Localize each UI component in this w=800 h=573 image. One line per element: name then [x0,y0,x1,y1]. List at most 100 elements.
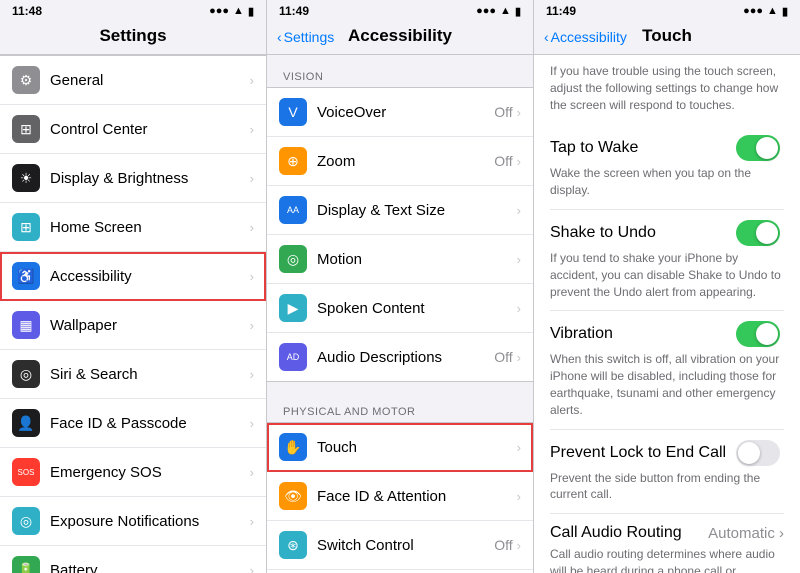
acc-label-audiodesc: Audio Descriptions [317,349,494,366]
signal-icon-2: ●●● [476,5,496,17]
settings-item-siri[interactable]: ◎Siri & Search› [0,350,266,399]
acc-chevron-motion: › [517,252,521,267]
toggle-vibration[interactable] [736,321,780,347]
nav-title-2: Accessibility [348,26,452,45]
touch-value-call-audio: Automatic › [708,525,784,542]
section-header-physical-and-motor: PHYSICAL AND MOTOR [267,390,533,422]
acc-chevron-audiodesc: › [517,350,521,365]
chevron-general: › [250,73,254,88]
acc-chevron-spoken: › [517,301,521,316]
status-icons-1: ●●● ▲ ▮ [209,5,254,18]
acc-item-motion[interactable]: ◎Motion› [267,235,533,284]
touch-setting-tap-to-wake[interactable]: Tap to Wake Wake the screen when you tap … [550,125,784,210]
acc-label-spoken: Spoken Content [317,300,517,317]
toggle-shake-to-undo[interactable] [736,220,780,246]
signal-icon-3: ●●● [743,5,763,17]
acc-value-switchcontrol: Off [494,537,512,553]
settings-list[interactable]: ⚙General›⊞Control Center›☀Display & Brig… [0,55,266,573]
touch-setting-name-call-audio: Call Audio Routing [550,524,682,542]
settings-group-main: ⚙General›⊞Control Center›☀Display & Brig… [0,55,266,573]
settings-item-general[interactable]: ⚙General› [0,56,266,105]
chevron-battery: › [250,563,254,573]
touch-setting-prevent-lock[interactable]: Prevent Lock to End CallPrevent the side… [550,430,784,515]
settings-item-display[interactable]: ☀Display & Brightness› [0,154,266,203]
settings-item-accessibility[interactable]: ♿Accessibility› [0,252,266,301]
toggle-knob-shake-to-undo [756,222,778,244]
touch-setting-vibration[interactable]: VibrationWhen this switch is off, all vi… [550,311,784,429]
acc-item-touch[interactable]: ✋Touch› [267,423,533,472]
wifi-icon: ▲ [233,5,244,17]
touch-setting-name-shake-to-undo: Shake to Undo [550,224,656,242]
accessibility-list[interactable]: VISIONVVoiceOverOff›⊕ZoomOff›AADisplay &… [267,55,533,573]
touch-setting-name-tap-to-wake: Tap to Wake [550,139,638,157]
chevron-display: › [250,171,254,186]
acc-chevron-attention: › [517,489,521,504]
chevron-accessibility: › [250,269,254,284]
status-icons-2: ●●● ▲ ▮ [476,5,521,18]
acc-label-touch: Touch [317,439,517,456]
item-label-general: General [50,72,250,89]
settings-item-faceid[interactable]: 👤Face ID & Passcode› [0,399,266,448]
settings-item-battery[interactable]: 🔋Battery› [0,546,266,573]
item-label-wallpaper: Wallpaper [50,317,250,334]
nav-title-1: Settings [99,26,166,45]
back-button-3[interactable]: ‹ Accessibility [544,29,627,45]
toggle-tap-to-wake[interactable] [736,135,780,161]
settings-panel: 11:48 ●●● ▲ ▮ Settings ⚙General›⊞Control… [0,0,267,573]
acc-item-attention[interactable]: 👁Face ID & Attention› [267,472,533,521]
chevron-faceid: › [250,416,254,431]
item-label-faceid: Face ID & Passcode [50,415,250,432]
acc-chevron-switchcontrol: › [517,538,521,553]
toggle-knob-prevent-lock [738,442,760,464]
back-label-2: Settings [284,29,335,45]
settings-item-wallpaper[interactable]: ▦Wallpaper› [0,301,266,350]
wifi-icon-3: ▲ [767,5,778,17]
touch-desc-tap-to-wake: Wake the screen when you tap on the disp… [550,165,784,199]
acc-item-audiodesc[interactable]: ADAudio DescriptionsOff› [267,333,533,381]
item-label-display: Display & Brightness [50,170,250,187]
acc-chevron-zoom: › [517,154,521,169]
acc-value-voiceover: Off [494,104,512,120]
chevron-siri: › [250,367,254,382]
touch-content: If you have trouble using the touch scre… [534,55,800,573]
acc-item-textsize[interactable]: AADisplay & Text Size› [267,186,533,235]
nav-bar-1: Settings [0,20,266,55]
section-header-vision: VISION [267,55,533,87]
time-2: 11:49 [279,4,309,18]
nav-bar-2: ‹ Settings Accessibility [267,20,533,55]
back-button-2[interactable]: ‹ Settings [277,29,334,45]
touch-desc-shake-to-undo: If you tend to shake your iPhone by acci… [550,250,784,300]
status-bar-3: 11:49 ●●● ▲ ▮ [534,0,800,20]
settings-item-sos[interactable]: SOSEmergency SOS› [0,448,266,497]
settings-item-exposure[interactable]: ◎Exposure Notifications› [0,497,266,546]
back-chevron-3: ‹ [544,29,549,45]
touch-panel: 11:49 ●●● ▲ ▮ ‹ Accessibility Touch If y… [534,0,800,573]
chevron-homescreen: › [250,220,254,235]
toggle-knob-vibration [756,323,778,345]
acc-item-voiceover[interactable]: VVoiceOverOff› [267,88,533,137]
settings-item-control[interactable]: ⊞Control Center› [0,105,266,154]
acc-item-switchcontrol[interactable]: ⊛Switch ControlOff› [267,521,533,570]
nav-title-3: Touch [642,26,692,45]
toggle-knob-tap-to-wake [756,137,778,159]
chevron-exposure: › [250,514,254,529]
touch-header-desc: If you have trouble using the touch scre… [550,55,784,125]
item-label-homescreen: Home Screen [50,219,250,236]
touch-setting-call-audio[interactable]: Call Audio RoutingAutomatic ›Call audio … [550,514,784,573]
status-bar-2: 11:49 ●●● ▲ ▮ [267,0,533,20]
settings-item-homescreen[interactable]: ⊞Home Screen› [0,203,266,252]
acc-item-spoken[interactable]: ▶Spoken Content› [267,284,533,333]
acc-label-textsize: Display & Text Size [317,202,517,219]
time-1: 11:48 [12,4,42,18]
acc-label-attention: Face ID & Attention [317,488,517,505]
acc-item-zoom[interactable]: ⊕ZoomOff› [267,137,533,186]
item-label-control: Control Center [50,121,250,138]
chevron-control: › [250,122,254,137]
item-label-exposure: Exposure Notifications [50,513,250,530]
toggle-prevent-lock[interactable] [736,440,780,466]
acc-chevron-touch: › [517,440,521,455]
acc-label-switchcontrol: Switch Control [317,537,494,554]
nav-bar-3: ‹ Accessibility Touch [534,20,800,55]
item-label-accessibility: Accessibility [50,268,250,285]
touch-setting-shake-to-undo[interactable]: Shake to Undo If you tend to shake your i… [550,210,784,311]
